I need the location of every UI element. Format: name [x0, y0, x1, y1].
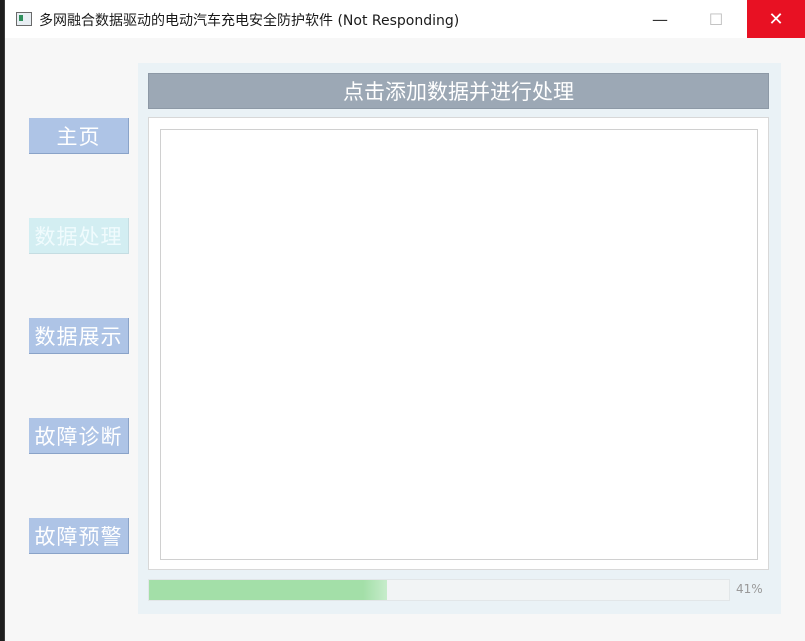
- minimize-icon: —: [652, 9, 668, 29]
- window-title: 多网融合数据驱动的电动汽车充电安全防护软件 (Not Responding): [39, 13, 460, 29]
- nav-fault-diagnosis-button[interactable]: 故障诊断: [29, 418, 129, 454]
- maximize-button[interactable]: ☐: [693, 0, 739, 38]
- progress-bar-fill: [149, 580, 387, 600]
- data-frame: [148, 117, 769, 570]
- maximize-icon: ☐: [708, 9, 724, 29]
- app-window: 多网融合数据驱动的电动汽车充电安全防护软件 (Not Responding) —…: [5, 0, 805, 641]
- main-panel: 点击添加数据并进行处理 41%: [138, 63, 781, 614]
- add-data-button[interactable]: 点击添加数据并进行处理: [148, 73, 769, 109]
- close-button[interactable]: ✕: [747, 0, 805, 38]
- progress-label: 41%: [736, 582, 763, 596]
- title-bar[interactable]: 多网融合数据驱动的电动汽车充电安全防护软件 (Not Responding) —…: [5, 0, 805, 38]
- nav-fault-warning-button[interactable]: 故障预警: [29, 518, 129, 554]
- nav-data-display-button[interactable]: 数据展示: [29, 318, 129, 354]
- close-icon: ✕: [768, 8, 784, 30]
- progress-bar: [148, 579, 730, 601]
- nav-home-button[interactable]: 主页: [29, 118, 129, 154]
- minimize-button[interactable]: —: [637, 0, 683, 38]
- data-content-area[interactable]: [160, 129, 758, 560]
- nav-data-processing-button[interactable]: 数据处理: [29, 218, 129, 254]
- app-icon: [16, 12, 32, 26]
